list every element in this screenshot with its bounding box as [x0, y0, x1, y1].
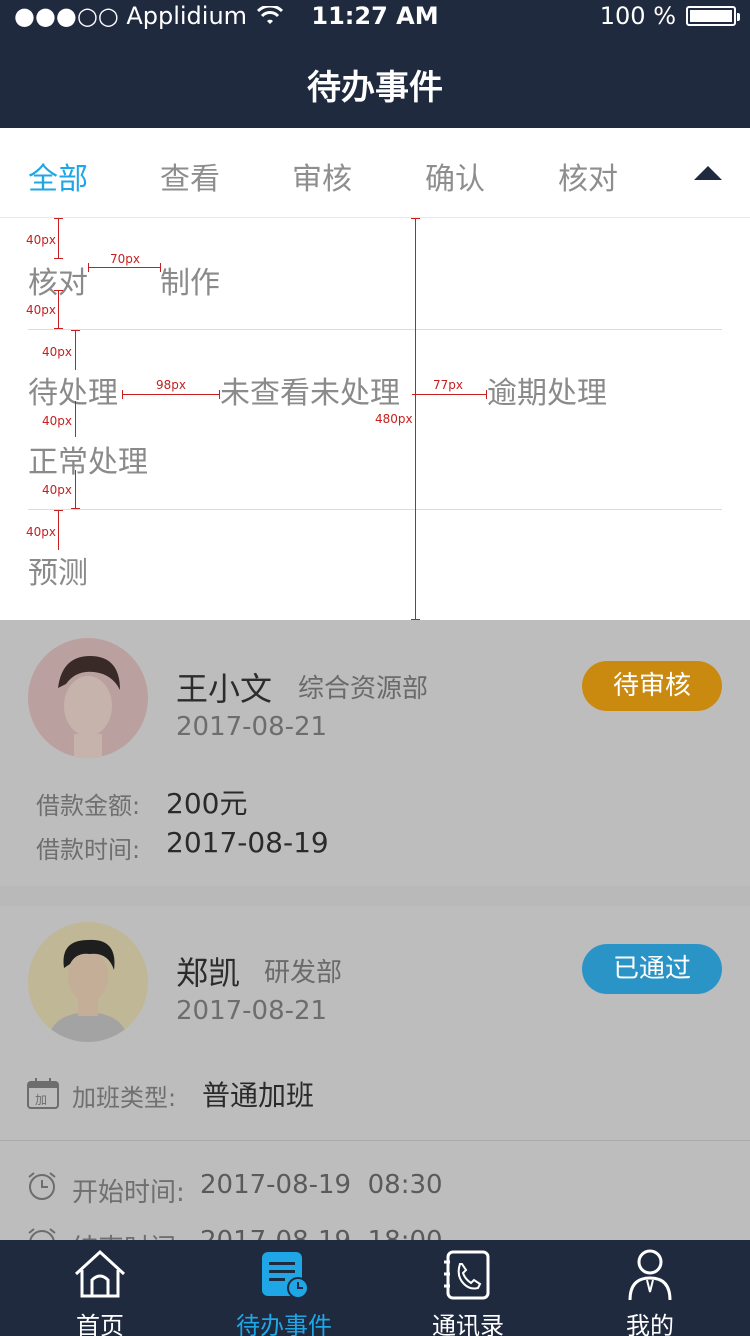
option-normal[interactable]: 正常处理 — [28, 437, 148, 481]
home-icon — [74, 1249, 126, 1298]
department: 研发部 — [264, 958, 343, 988]
tabbar-label: 通讯录 — [432, 1312, 504, 1336]
tab-review[interactable]: 审核 — [292, 154, 352, 198]
status-badge: 已通过 — [582, 944, 722, 994]
todo-icon — [262, 1252, 309, 1299]
field-label: 加班类型: — [72, 1084, 177, 1112]
calendar-icon: 加 — [26, 1078, 60, 1110]
measure-label: 70px — [110, 252, 140, 266]
field-label: 结束时间: — [72, 1228, 185, 1240]
measure-label: 40px — [42, 345, 72, 359]
filter-dropdown: 核对 制作 待处理 未查看未处理 逾期处理 正常处理 预测 40px 70px … — [0, 218, 750, 620]
measure-label: 480px — [375, 412, 413, 426]
field-label: 借款时间: — [36, 836, 141, 864]
submit-date: 2017-08-21 — [176, 712, 328, 742]
tabbar-label: 待办事件 — [236, 1312, 332, 1336]
divider — [28, 329, 722, 330]
collapse-caret-icon[interactable] — [694, 166, 722, 180]
measure-label: 98px — [156, 378, 186, 392]
option-pending[interactable]: 待处理 — [28, 368, 118, 412]
tabbar-contacts[interactable]: 通讯录 — [408, 1240, 528, 1336]
option-unviewed[interactable]: 未查看未处理 — [220, 368, 400, 412]
measure-label: 40px — [42, 414, 72, 428]
alarm-icon — [26, 1170, 58, 1206]
tabbar-todo[interactable]: 待办事件 — [224, 1240, 344, 1336]
field-value: 2017-08-19 — [166, 826, 329, 859]
field-value: 2017-08-19 18:00 — [200, 1226, 443, 1240]
divider — [0, 1140, 750, 1141]
field-value: 普通加班 — [202, 1079, 315, 1112]
filter-tabs: 全部 查看 审核 确认 核对 — [0, 128, 750, 218]
measure-label: 77px — [433, 378, 463, 392]
avatar — [28, 638, 148, 758]
tabbar-home[interactable]: 首页 — [40, 1240, 160, 1336]
list-item[interactable]: 郑凯 研发部 2017-08-21 已通过 加 加班类型: 普通加班 开始时间:… — [0, 906, 750, 1240]
field-value: 2017-08-19 08:30 — [200, 1170, 443, 1200]
option-forecast[interactable]: 预测 — [28, 548, 88, 592]
submit-date: 2017-08-21 — [176, 996, 328, 1026]
field-label: 开始时间: — [72, 1178, 185, 1208]
battery-icon — [686, 6, 740, 26]
tab-confirm[interactable]: 确认 — [425, 154, 485, 198]
bottom-tab-bar: 首页 待办事件 通讯录 我的 — [0, 1240, 750, 1336]
option-produce[interactable]: 制作 — [160, 258, 220, 302]
avatar — [28, 922, 148, 1042]
tab-all[interactable]: 全部 — [28, 154, 88, 198]
field-label: 借款金额: — [36, 792, 141, 820]
measure-label: 40px — [26, 233, 56, 247]
divider — [28, 509, 722, 510]
employee-name: 郑凯 — [176, 954, 241, 992]
field-value: 200元 — [166, 787, 248, 820]
status-badge: 待审核 — [582, 661, 722, 711]
tabbar-profile[interactable]: 我的 — [590, 1240, 710, 1336]
option-overdue[interactable]: 逾期处理 — [487, 368, 607, 412]
battery-percent: 100 % — [599, 2, 676, 30]
measure-label: 40px — [26, 303, 56, 317]
status-bar: ●●●○○ Applidium 11:27 AM 100 % — [0, 0, 750, 34]
calendar-glyph: 加 — [35, 1093, 48, 1107]
measure-label: 40px — [42, 483, 72, 497]
top-bar: ●●●○○ Applidium 11:27 AM 100 % 待办事件 — [0, 0, 750, 128]
alarm-icon — [26, 1226, 58, 1240]
tabbar-label: 我的 — [626, 1312, 674, 1336]
page-title: 待办事件 — [307, 68, 443, 108]
profile-icon — [628, 1249, 672, 1301]
battery: 100 % — [599, 2, 740, 30]
list-item[interactable]: 王小文 综合资源部 2017-08-21 待审核 借款金额: 200元 借款时间… — [0, 620, 750, 886]
employee-name: 王小文 — [176, 670, 273, 708]
measure-label: 40px — [26, 525, 56, 539]
contacts-icon — [444, 1250, 490, 1300]
tab-check[interactable]: 核对 — [558, 154, 618, 198]
todo-list: 王小文 综合资源部 2017-08-21 待审核 借款金额: 200元 借款时间… — [0, 620, 750, 1240]
department: 综合资源部 — [298, 674, 429, 704]
tabbar-label: 首页 — [76, 1312, 124, 1336]
tab-view[interactable]: 查看 — [160, 154, 220, 198]
